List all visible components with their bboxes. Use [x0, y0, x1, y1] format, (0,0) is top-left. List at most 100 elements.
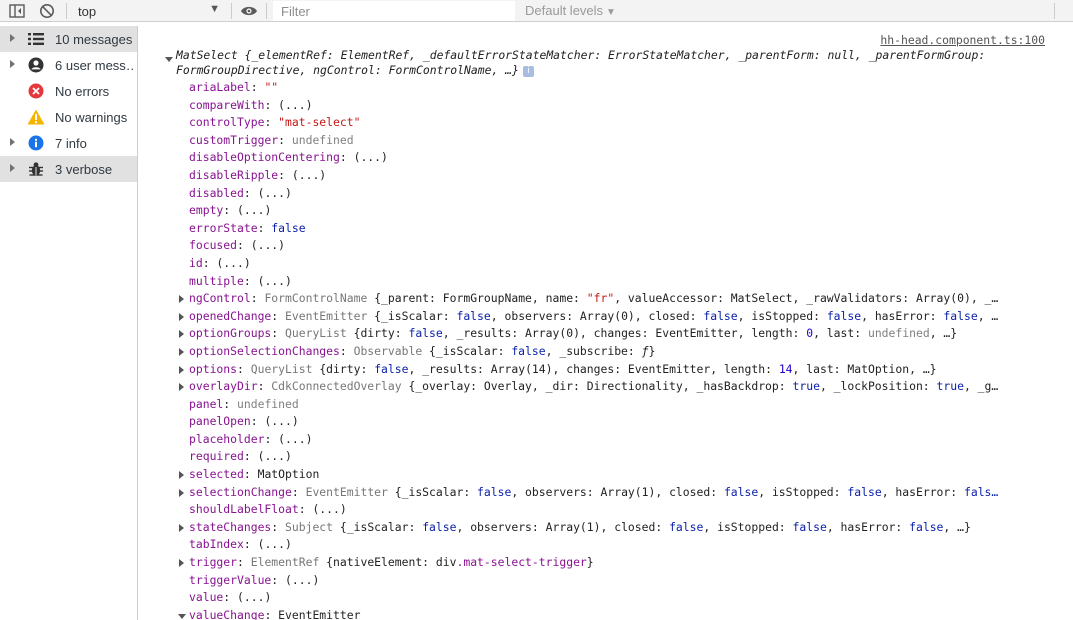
sidebar-item-user-messages[interactable]: 6 user mess…	[0, 52, 137, 78]
expand-arrow-icon[interactable]	[10, 138, 15, 146]
sidebar-item-errors[interactable]: No errors	[0, 78, 137, 104]
property-value: ƒ	[641, 343, 649, 358]
sidebar-item-label: 3 verbose	[55, 162, 113, 177]
expand-arrow-icon[interactable]	[179, 312, 184, 321]
expand-arrow-icon[interactable]	[179, 383, 184, 392]
property-value: , …	[977, 308, 999, 323]
sidebar-item-label: 6 user mess…	[55, 58, 135, 73]
property-row[interactable]: valueChange: EventEmitter	[176, 607, 1056, 620]
property-separator: :	[278, 167, 292, 182]
context-select[interactable]: top ▼	[70, 1, 228, 21]
info-icon	[27, 134, 45, 152]
property-key: ariaLabel	[189, 80, 251, 94]
expand-arrow-icon[interactable]	[179, 365, 184, 374]
property-key: placeholder	[189, 431, 265, 446]
expand-arrow-icon[interactable]	[179, 330, 184, 339]
property-value: (...)	[278, 97, 313, 112]
property-value: , last:	[813, 326, 868, 341]
property-value: EventEmitter	[285, 308, 375, 323]
property-value: , hasError:	[861, 308, 944, 323]
expand-arrow-icon[interactable]	[179, 559, 184, 568]
source-link[interactable]: hh-head.component.ts:100	[880, 33, 1045, 47]
filter-input[interactable]	[273, 1, 515, 21]
property-row[interactable]: selectionChange: EventEmitter {_isScalar…	[176, 484, 1056, 502]
sidebar-item-messages[interactable]: 10 messages	[0, 26, 137, 52]
log-levels-dropdown[interactable]: Default levels ▼	[525, 3, 616, 18]
expand-arrow-icon[interactable]	[179, 295, 184, 304]
property-value: , _g…	[963, 379, 999, 394]
property-row[interactable]: options: QueryList {dirty: false, _resul…	[176, 361, 1056, 379]
clear-console-icon[interactable]	[38, 2, 56, 20]
property-value: false	[456, 308, 491, 323]
property-row[interactable]: ngControl: FormControlName {_parent: For…	[176, 290, 1056, 308]
property-row[interactable]: stateChanges: Subject {_isScalar: false,…	[176, 519, 1056, 537]
user-icon	[27, 56, 45, 74]
sidebar-item-warnings[interactable]: No warnings	[0, 104, 137, 130]
property-key: openedChange	[189, 308, 272, 323]
property-key: required	[189, 449, 244, 464]
property-separator: :	[271, 519, 286, 534]
property-row[interactable]: optionSelectionChanges: Observable {_isS…	[176, 343, 1056, 361]
expand-arrow-icon[interactable]	[10, 60, 15, 68]
expand-arrow-icon[interactable]	[10, 34, 15, 42]
property-value: false	[408, 326, 443, 341]
sidebar-toggle-icon[interactable]	[8, 2, 26, 20]
sidebar-item-label: No warnings	[55, 110, 128, 125]
property-row[interactable]: selected: MatOption	[176, 466, 1056, 484]
property-value: .mat-select-trigger	[456, 555, 587, 570]
property-value: (...)	[257, 537, 292, 552]
expand-arrow-icon[interactable]	[179, 488, 184, 497]
property-value: false	[943, 308, 978, 323]
property-key: errorState	[189, 220, 258, 235]
property-row[interactable]: openedChange: EventEmitter {_isScalar: f…	[176, 308, 1056, 326]
property-separator: :	[243, 273, 258, 288]
property-key: optionGroups	[189, 326, 272, 341]
property-value: {_isScalar:	[339, 519, 423, 534]
expand-arrow-icon[interactable]	[179, 523, 184, 532]
object-summary[interactable]: MatSelect {_elementRef: ElementRef, _def…	[176, 48, 1056, 78]
error-icon	[27, 82, 45, 100]
console-sidebar: 10 messages 6 user mess… No errors No wa…	[0, 26, 138, 620]
property-value: false	[703, 308, 738, 323]
property-row[interactable]: overlayDir: CdkConnectedOverlay {_overla…	[176, 378, 1056, 396]
property-value: {_isScalar:	[429, 343, 512, 358]
property-separator: :	[243, 449, 258, 464]
sidebar-item-verbose[interactable]: 3 verbose	[0, 156, 137, 182]
property-separator: :	[298, 502, 313, 517]
property-separator: :	[237, 238, 251, 253]
property-separator: :	[264, 431, 279, 446]
property-value: , hasError:	[826, 519, 910, 534]
property-row: panelOpen: (...)	[176, 413, 1056, 431]
eye-icon[interactable]	[240, 2, 258, 20]
property-row: empty: (...)	[176, 202, 1056, 220]
expand-arrow-icon[interactable]	[10, 164, 15, 172]
collapse-arrow-icon[interactable]	[178, 613, 186, 619]
property-value: fals…	[963, 484, 999, 499]
property-key: trigger	[189, 555, 238, 570]
property-value: ElementRef	[250, 555, 327, 570]
property-value: , …}	[929, 326, 958, 341]
expand-arrow-icon[interactable]	[179, 471, 184, 480]
sidebar-item-info[interactable]: 7 info	[0, 130, 137, 156]
property-row: disableOptionCentering: (...)	[176, 149, 1056, 167]
toolbar-separator	[266, 3, 267, 19]
property-value: , hasError:	[881, 484, 964, 499]
object-expand-arrow-icon[interactable]	[165, 57, 173, 62]
property-row[interactable]: optionGroups: QueryList {dirty: false, _…	[176, 325, 1056, 343]
property-key: valueChange	[189, 607, 265, 620]
console-toolbar: top ▼ Default levels▼	[0, 0, 1073, 22]
property-separator: :	[243, 185, 258, 200]
info-badge-icon[interactable]: i	[522, 66, 534, 77]
property-value: , isStopped:	[737, 308, 827, 323]
property-value: (...)	[237, 590, 272, 605]
toolbar-separator	[66, 3, 67, 19]
property-value: , _results: Array(0), changes: EventEmit…	[442, 326, 807, 341]
property-row[interactable]: trigger: ElementRef {nativeElement: div.…	[176, 554, 1056, 572]
property-row: panel: undefined	[176, 396, 1056, 414]
property-separator: :	[264, 607, 279, 620]
property-list: ariaLabel: "" compareWith: (...) controlTy…	[176, 79, 1056, 620]
property-value: false	[792, 519, 827, 534]
expand-arrow-icon[interactable]	[179, 347, 184, 356]
property-value: , …}	[943, 519, 971, 534]
property-value: {nativeElement: div	[326, 555, 457, 570]
